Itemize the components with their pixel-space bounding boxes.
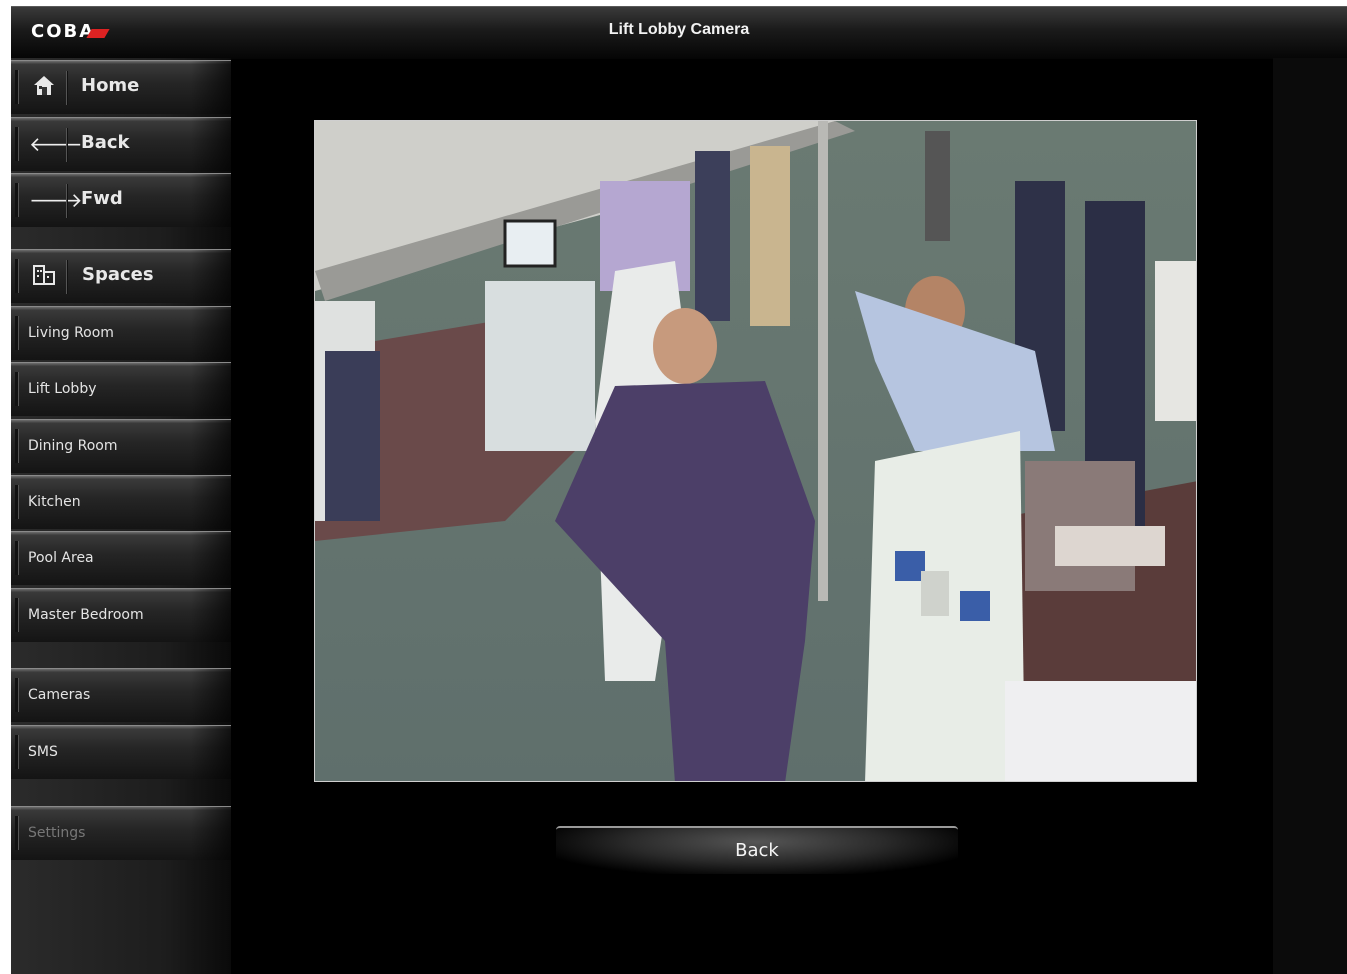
arrow-left-icon: 🡐: [29, 132, 83, 156]
nav-settings-button[interactable]: Settings: [11, 806, 231, 860]
nav-fwd-button[interactable]: 🡒 Fwd: [11, 173, 231, 227]
back-button[interactable]: Back: [556, 826, 958, 874]
app-window: COBA Lift Lobby Camera Home 🡐 Back 🡒 Fwd: [11, 6, 1347, 974]
nav-cameras-button[interactable]: Cameras: [11, 668, 231, 722]
arrow-right-icon: 🡒: [29, 188, 83, 212]
right-panel: [1273, 58, 1347, 974]
nav-room-kitchen[interactable]: Kitchen: [11, 475, 231, 529]
nav-sms-button[interactable]: SMS: [11, 725, 231, 779]
nav-room-living-room[interactable]: Living Room: [11, 306, 231, 360]
nav-room-lift-lobby[interactable]: Lift Lobby: [11, 362, 231, 416]
nav-room-dining-room[interactable]: Dining Room: [11, 419, 231, 473]
buildings-icon: [29, 262, 59, 290]
nav-room-pool-area[interactable]: Pool Area: [11, 531, 231, 585]
camera-feed: [314, 120, 1197, 782]
title-bar: COBA Lift Lobby Camera: [11, 6, 1347, 59]
sidebar: Home 🡐 Back 🡒 Fwd Spaces Living Room Lif…: [11, 58, 231, 974]
nav-home-button[interactable]: Home: [11, 60, 231, 114]
page-title: Lift Lobby Camera: [608, 21, 750, 38]
home-icon: [29, 73, 59, 101]
nav-back-button[interactable]: 🡐 Back: [11, 117, 231, 171]
nav-spaces-button[interactable]: Spaces: [11, 249, 231, 303]
nav-room-master-bedroom[interactable]: Master Bedroom: [11, 588, 231, 642]
